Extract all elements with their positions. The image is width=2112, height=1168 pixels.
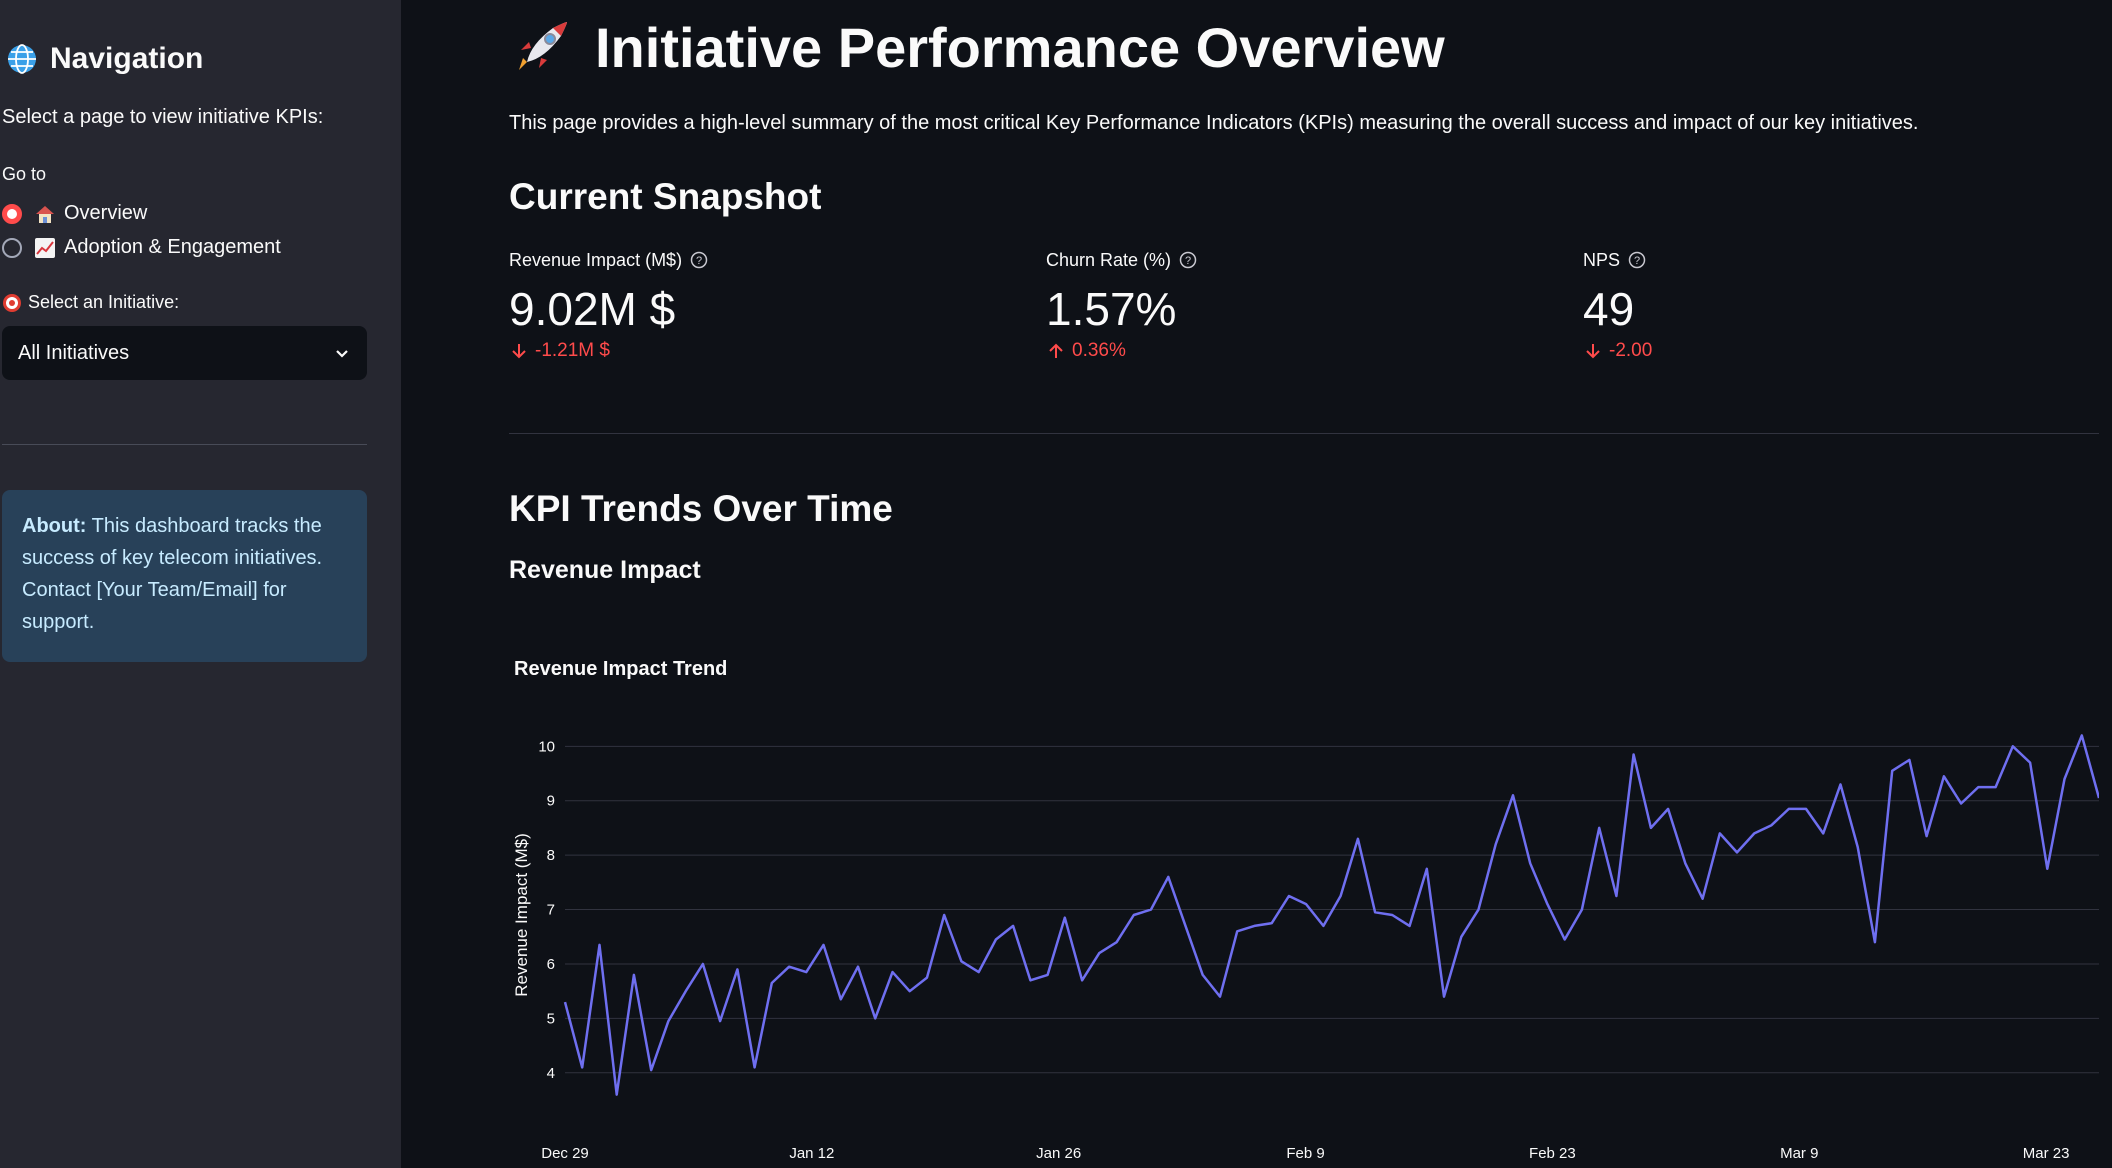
svg-text:?: ? (1185, 255, 1191, 267)
y-tick-label: 10 (538, 738, 555, 755)
metric-delta: 0.36% (1046, 340, 1546, 362)
y-axis: 4 5 6 7 8 9 10 (538, 738, 555, 1081)
radio-overview[interactable]: Overview (2, 202, 147, 225)
initiative-select-value: All Initiatives (18, 341, 130, 364)
y-tick-label: 9 (547, 793, 555, 810)
arrow-down-icon (1586, 344, 1600, 359)
x-tick-label: Feb 9 (1286, 1145, 1324, 1162)
chart-increasing-icon (35, 237, 55, 258)
sidebar: Navigation Select a page to view initiat… (0, 0, 401, 1168)
page-title-text: Initiative Performance Overview (595, 15, 1445, 79)
x-tick-label: Feb 23 (1529, 1145, 1576, 1162)
trends-heading: KPI Trends Over Time (509, 488, 893, 529)
nav-title-text: Navigation (50, 42, 204, 75)
metric-delta: -2.00 (1583, 340, 2083, 362)
metric-delta-text: 0.36% (1072, 340, 1126, 361)
metric-delta: -1.21M $ (509, 340, 1009, 362)
x-tick-label: Mar 9 (1780, 1145, 1818, 1162)
y-tick-label: 5 (547, 1010, 555, 1027)
metric-churn: Churn Rate (%) ? 1.57% 0.36% (1046, 246, 1546, 362)
x-axis: Dec 292024Jan 122025Jan 26Feb 9Feb 23Mar… (541, 1145, 2069, 1168)
revenue-trend-chart[interactable]: Revenue Impact Trend 45678910 Dec 292024… (509, 640, 2099, 1168)
section-divider (509, 433, 2099, 434)
metric-label-text: Churn Rate (%) (1046, 249, 1172, 270)
series-line[interactable] (563, 734, 2099, 1096)
help-icon[interactable]: ? (1628, 251, 1646, 269)
chart-series (563, 734, 2099, 1096)
initiative-select[interactable]: All Initiatives (2, 326, 367, 380)
rocket-icon (519, 22, 567, 70)
metric-value: 49 (1583, 283, 1635, 335)
svg-text:?: ? (1634, 255, 1640, 267)
svg-text:?: ? (696, 255, 702, 267)
chart-title: Revenue Impact Trend (514, 658, 727, 680)
y-tick-label: 4 (547, 1065, 555, 1082)
metric-label: NPS ? (1583, 246, 2083, 274)
x-tick-label: Mar 23 (2023, 1145, 2070, 1162)
y-tick-label: 6 (547, 956, 555, 973)
x-tick-label: Jan 26 (1036, 1145, 1081, 1162)
radio-selected-indicator[interactable] (2, 203, 22, 224)
metric-delta-text: -2.00 (1609, 340, 1653, 361)
intro-text: This page provides a high-level summary … (509, 112, 1919, 134)
help-icon[interactable]: ? (690, 251, 708, 269)
chevron-down-icon (336, 350, 348, 358)
about-bold: About: (22, 515, 87, 537)
nav-title: Navigation (6, 42, 203, 76)
house-icon (36, 205, 54, 223)
globe-icon (8, 44, 36, 74)
metric-label-text: Revenue Impact (M$) (509, 249, 683, 270)
help-icon[interactable]: ? (1179, 251, 1197, 269)
radio-overview-label: Overview (64, 202, 148, 224)
metric-nps: NPS ? 49 -2.00 (1583, 246, 2083, 362)
sidebar-divider (2, 444, 367, 445)
metric-value: 9.02M $ (509, 283, 676, 335)
metric-delta-text: -1.21M $ (535, 340, 610, 361)
target-icon (3, 293, 21, 312)
initiative-label-text: Select an Initiative: (28, 292, 180, 312)
metric-label: Churn Rate (%) ? (1046, 246, 1546, 274)
x-tick-label: Dec 29 (541, 1145, 589, 1162)
radio-adoption-label: Adoption & Engagement (64, 236, 281, 258)
snapshot-heading: Current Snapshot (509, 176, 822, 217)
arrow-down-icon (512, 344, 526, 359)
goto-label: Go to (2, 164, 47, 184)
about-info-box: About: This dashboard tracks the success… (2, 490, 367, 662)
y-tick-label: 8 (547, 847, 555, 864)
arrow-up-icon (1049, 343, 1063, 358)
metric-label-text: NPS (1583, 249, 1621, 270)
x-tick-label: Jan 12 (789, 1145, 834, 1162)
y-axis-label: Revenue Impact (M$) (512, 833, 531, 996)
sidebar-prompt: Select a page to view initiative KPIs: (2, 106, 324, 128)
radio-adoption[interactable]: Adoption & Engagement (2, 236, 281, 259)
initiative-label: Select an Initiative: (2, 292, 179, 313)
metric-value: 1.57% (1046, 283, 1177, 335)
metric-revenue: Revenue Impact (M$) ? 9.02M $ -1.21M $ (509, 246, 1009, 362)
revenue-subheading: Revenue Impact (509, 556, 701, 584)
y-tick-label: 7 (547, 902, 555, 919)
radio-unselected-indicator[interactable] (2, 237, 22, 258)
metric-label: Revenue Impact (M$) ? (509, 246, 1009, 274)
page-title: Initiative Performance Overview (509, 14, 1445, 80)
